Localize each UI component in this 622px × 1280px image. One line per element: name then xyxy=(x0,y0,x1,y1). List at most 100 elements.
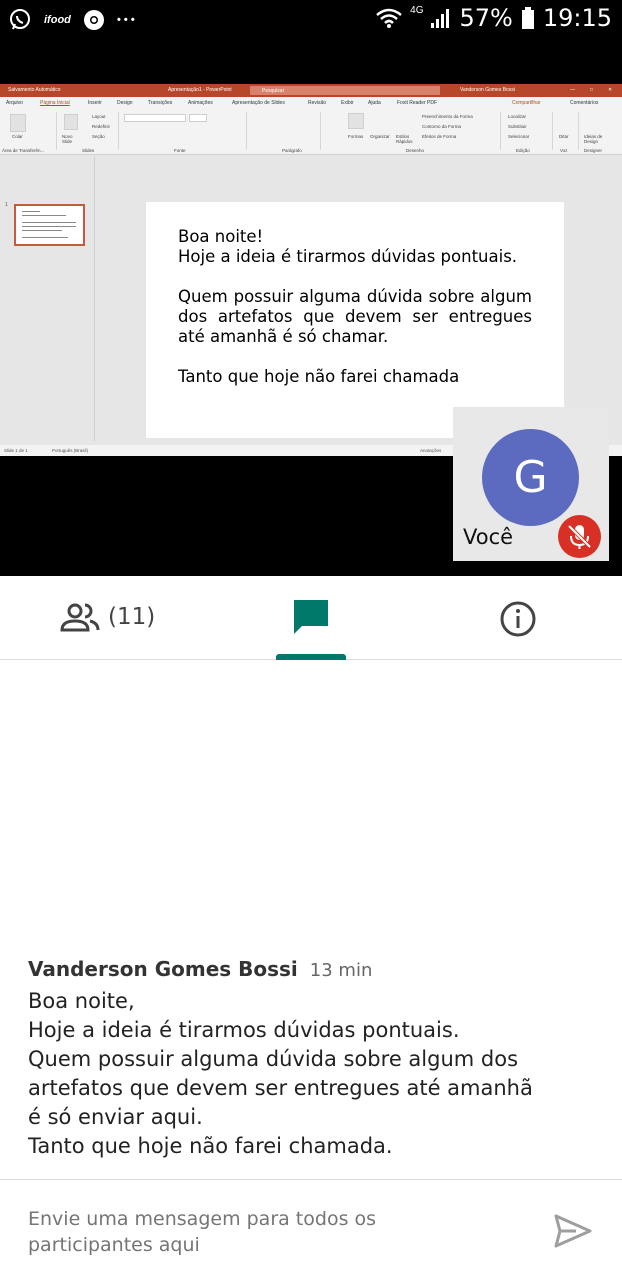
ppt-user-name: Vanderson Gomes Bossi xyxy=(460,87,515,93)
ppt-paste-icon xyxy=(10,114,26,132)
ppt-separator xyxy=(500,112,501,150)
network-type: 4G xyxy=(410,4,424,16)
ppt-tab: Revisão xyxy=(308,100,327,106)
ppt-group-label: Fonte xyxy=(174,148,186,153)
ppt-font-box xyxy=(124,114,186,122)
status-bar-notifications: ifood • • • xyxy=(8,8,135,32)
ppt-reset-label: Redefinir xyxy=(92,124,111,129)
thumb-text-line xyxy=(22,211,40,212)
ppt-layout-label: Layout xyxy=(92,114,106,119)
ppt-notes: Anotações xyxy=(420,448,442,453)
ppt-tab: Foxit Reader PDF xyxy=(397,100,438,106)
ppt-new-slide-label: Novo Slide xyxy=(62,134,73,144)
send-button[interactable] xyxy=(554,1214,592,1248)
tab-chat[interactable] xyxy=(292,598,330,638)
tab-info[interactable] xyxy=(499,600,537,638)
ppt-tab: Ajuda xyxy=(368,100,381,106)
participant-count: (11) xyxy=(108,604,156,630)
chat-panel[interactable]: Vanderson Gomes Bossi 13 min Boa noite, … xyxy=(0,661,622,1179)
ppt-group-label: Voz xyxy=(560,148,568,153)
screen-share-powerpoint: Salvamento Automático Apresentação1 - Po… xyxy=(0,84,622,456)
thumb-text-line xyxy=(22,215,66,216)
ppt-slide-number: 1 xyxy=(5,202,8,208)
ppt-font-size-box xyxy=(189,114,207,122)
ppt-slide-count: Slide 1 de 1 xyxy=(4,448,28,453)
self-view-tile[interactable]: G Você xyxy=(453,407,609,561)
mic-off-button[interactable] xyxy=(558,515,601,558)
message-line: Quem possuir alguma dúvida sobre algum d… xyxy=(28,1047,519,1071)
ifood-icon: ifood xyxy=(44,14,71,26)
slide-paragraph-1: Boa noite! Hoje a ideia é tirarmos dúvid… xyxy=(178,227,532,267)
ppt-group-label: Parágrafo xyxy=(282,148,302,153)
ppt-shape-effects: Efeitos de Forma xyxy=(422,134,457,139)
message-composer: Envie uma mensagem para todos os partici… xyxy=(0,1179,622,1280)
message-input[interactable]: Envie uma mensagem para todos os partici… xyxy=(28,1206,468,1258)
ppt-select: Selecionar xyxy=(508,134,530,139)
tab-people[interactable]: (11) xyxy=(60,602,155,632)
chat-icon xyxy=(294,600,328,634)
ppt-group-label: Edição xyxy=(516,148,530,153)
active-tab-indicator xyxy=(276,654,346,660)
slide-paragraph-2: Quem possuir alguma dúvida sobre algum d… xyxy=(178,287,532,346)
ppt-tab: Arquivo xyxy=(6,100,23,106)
ppt-find: Localizar xyxy=(508,114,527,119)
slide-line: Boa noite! xyxy=(178,227,264,246)
ppt-group-label: Desenho xyxy=(406,148,425,153)
signal-icon xyxy=(431,9,450,28)
ppt-shapes-icon xyxy=(348,113,364,129)
ppt-group-label: Área de Transferên... xyxy=(2,148,45,153)
ppt-tab: Exibir xyxy=(341,100,354,106)
ppt-close-icon: ✕ xyxy=(608,87,613,93)
ppt-new-slide-icon xyxy=(64,114,78,130)
ppt-search-placeholder: Pesquisar xyxy=(262,88,285,94)
thumb-text-line xyxy=(22,230,62,231)
ppt-quick-styles-label: Estilos Rápidos xyxy=(396,134,413,144)
mic-off-icon xyxy=(567,524,592,549)
message-timestamp: 13 min xyxy=(309,960,373,981)
ppt-paste-label: Colar xyxy=(12,134,23,139)
ppt-replace: Substituir xyxy=(508,124,527,129)
ppt-slide: Boa noite! Hoje a ideia é tirarmos dúvid… xyxy=(146,202,564,438)
ppt-comments: Comentários xyxy=(570,100,599,106)
status-bar-system: 4G 57% 19:15 xyxy=(376,4,612,32)
battery-icon xyxy=(521,7,534,29)
ppt-section-label: Seção xyxy=(92,134,105,139)
slide-paragraph-3: Tanto que hoje não farei chamada xyxy=(178,367,460,386)
ppt-design-ideas: Ideias de Design xyxy=(584,134,603,144)
info-icon xyxy=(500,601,536,637)
ppt-shape-fill: Preenchimento da Forma xyxy=(422,114,473,119)
ppt-separator xyxy=(552,112,553,150)
ppt-share: Compartilhar xyxy=(512,100,541,106)
ppt-search-box: Pesquisar xyxy=(250,86,440,95)
ppt-autosave: Salvamento Automático xyxy=(8,87,61,93)
whatsapp-icon xyxy=(10,9,30,30)
meeting-tabs: (11) xyxy=(0,576,622,660)
avatar: G xyxy=(482,429,579,526)
message-body: Boa noite, Hoje a ideia é tirarmos dúvid… xyxy=(28,987,588,1161)
ppt-tab: Inserir xyxy=(88,100,102,106)
message-line: Boa noite, xyxy=(28,989,135,1013)
ppt-separator xyxy=(320,112,321,150)
ppt-maximize-icon: □ xyxy=(590,87,594,93)
ppt-separator xyxy=(56,112,57,150)
thumb-text-line xyxy=(22,237,68,238)
battery-percent: 57% xyxy=(459,4,513,32)
ppt-dictate: Ditar xyxy=(559,134,569,139)
ppt-group-label: Designer xyxy=(584,148,603,153)
ppt-doc-title: Apresentação1 - PowerPoint xyxy=(168,87,232,93)
ppt-arrange-label: Organizar xyxy=(370,134,390,139)
self-view-label: Você xyxy=(463,525,514,549)
wifi-icon xyxy=(376,8,402,28)
slide-content: Boa noite! Hoje a ideia é tirarmos dúvid… xyxy=(178,227,532,407)
ppt-slide-thumbnails: 1 xyxy=(0,156,95,441)
slide-line: Hoje a ideia é tirarmos dúvidas pontuais… xyxy=(178,247,518,266)
message-header: Vanderson Gomes Bossi 13 min xyxy=(28,957,372,981)
ppt-shapes-label: Formas xyxy=(348,134,364,139)
send-icon xyxy=(554,1214,592,1248)
message-line: artefatos que devem ser entregues até am… xyxy=(28,1076,533,1100)
ppt-shape-outline: Contorno da Forma xyxy=(422,124,462,129)
clock: 19:15 xyxy=(542,4,612,32)
message-line: Tanto que hoje não farei chamada. xyxy=(28,1134,393,1158)
more-icon: • • • xyxy=(116,14,135,26)
ppt-tab: Transições xyxy=(148,100,173,106)
